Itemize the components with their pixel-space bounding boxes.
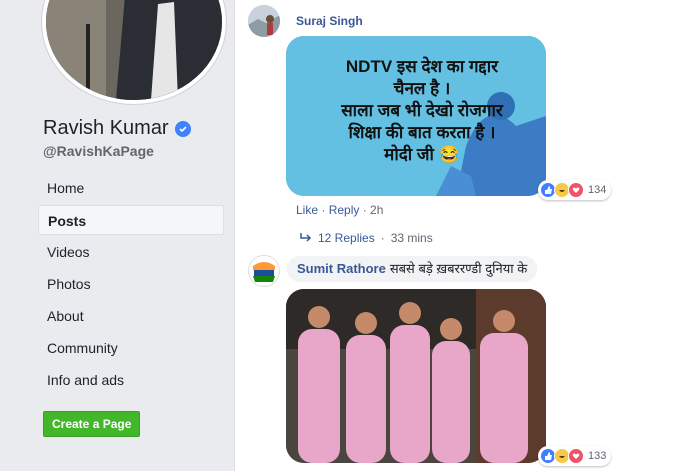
- comment-bubble: Sumit Rathore सबसे बड़े ख़बररण्डी दुनिया …: [287, 256, 538, 282]
- comment-author[interactable]: Suraj Singh: [296, 14, 363, 28]
- column-divider: [234, 0, 235, 471]
- like-link[interactable]: Like: [296, 203, 318, 217]
- nav-posts[interactable]: Posts: [38, 205, 224, 235]
- comment-author[interactable]: Sumit Rathore: [297, 261, 386, 276]
- nav-about[interactable]: About: [38, 301, 224, 331]
- reaction-count: 134: [588, 184, 607, 196]
- comment-photo[interactable]: [286, 289, 546, 463]
- reply-arrow-icon: [300, 231, 312, 245]
- meme-text: NDTV इस देश का गद्दार चैनल है । साला जब …: [341, 57, 503, 164]
- love-reaction-icon: [568, 448, 584, 464]
- profile-photo[interactable]: [42, 0, 226, 104]
- comment-meme-image[interactable]: NDTV इस देश का गद्दार चैनल है । साला जब …: [286, 36, 546, 196]
- create-page-button[interactable]: Create a Page: [43, 411, 141, 437]
- love-reaction-icon: [568, 182, 584, 198]
- page-sidebar: Ravish Kumar @RavishKaPage Home Posts Vi…: [0, 0, 234, 471]
- nav-community[interactable]: Community: [38, 333, 224, 363]
- nav-videos[interactable]: Videos: [38, 237, 224, 267]
- nav-photos[interactable]: Photos: [38, 269, 224, 299]
- verified-badge-icon: [174, 120, 191, 137]
- nav-info-and-ads[interactable]: Info and ads: [38, 365, 224, 395]
- reply-link[interactable]: Reply: [329, 203, 360, 217]
- reaction-summary[interactable]: 134: [538, 180, 612, 200]
- reaction-count: 133: [588, 450, 607, 462]
- replies-count-link[interactable]: 12 Replies: [318, 231, 375, 245]
- page-handle[interactable]: @RavishKaPage: [43, 143, 154, 159]
- comment-time[interactable]: 2h: [370, 203, 383, 217]
- commenter-avatar[interactable]: [248, 5, 280, 37]
- page-nav: Home Posts Videos Photos About Community…: [38, 173, 224, 397]
- nav-home[interactable]: Home: [38, 173, 224, 203]
- commenter-avatar[interactable]: [248, 255, 280, 287]
- view-replies[interactable]: 12 Replies · 33 mins: [300, 231, 433, 245]
- comment-text: सबसे बड़े ख़बररण्डी दुनिया के: [389, 261, 528, 276]
- comment-actions: Like · Reply · 2h: [296, 203, 384, 217]
- replies-time: 33 mins: [390, 231, 433, 245]
- reaction-summary[interactable]: 133: [538, 446, 612, 466]
- page-name[interactable]: Ravish Kumar: [43, 117, 191, 140]
